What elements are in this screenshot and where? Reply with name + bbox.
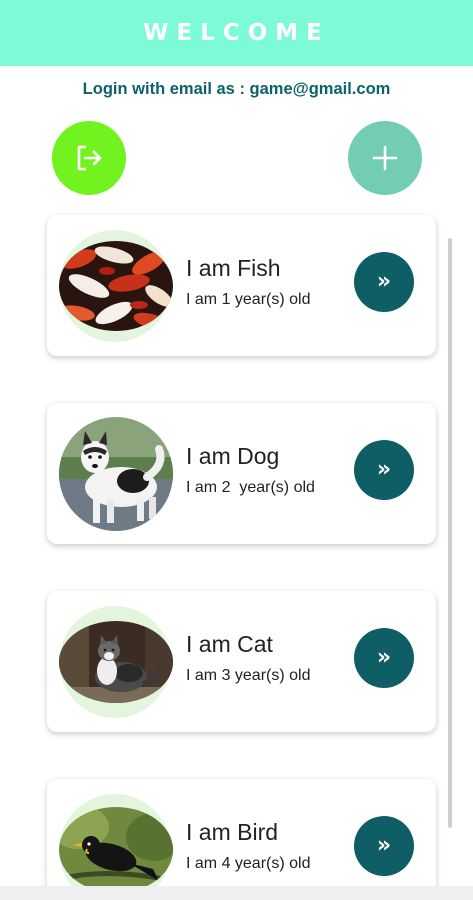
open-pet-button[interactable]: »: [354, 252, 414, 312]
pet-card-dog[interactable]: I am Dog I am 2 year(s) old »: [47, 403, 436, 544]
pet-name: I am Cat: [186, 631, 273, 657]
double-chevron-right-icon: »: [376, 644, 392, 670]
pet-age: I am 3 year(s) old: [186, 667, 311, 684]
pet-name: I am Dog: [186, 443, 280, 469]
pet-image-fish: [59, 241, 173, 331]
pet-list[interactable]: I am Fish I am 1 year(s) old » I am Dog …: [0, 210, 473, 886]
pet-age: I am 4 year(s) old: [186, 855, 311, 872]
double-chevron-right-icon: »: [376, 268, 392, 294]
pet-name: I am Bird: [186, 819, 279, 845]
app-header: WELCOME: [0, 0, 473, 66]
pet-name: I am Fish: [186, 255, 281, 281]
pet-card-fish[interactable]: I am Fish I am 1 year(s) old »: [47, 215, 436, 356]
plus-icon: [372, 145, 398, 171]
logout-button[interactable]: [52, 121, 126, 195]
bottom-bar: [0, 886, 473, 900]
pet-age: I am 2 year(s) old: [186, 479, 315, 496]
pet-image-bird: [59, 807, 173, 886]
pet-age: I am 1 year(s) old: [186, 291, 311, 308]
add-pet-button[interactable]: [348, 121, 422, 195]
login-info-text: Login with email as : game@gmail.com: [82, 80, 391, 98]
pet-image-dog: [59, 417, 173, 531]
open-pet-button[interactable]: »: [354, 816, 414, 876]
pet-card-bird[interactable]: I am Bird I am 4 year(s) old »: [47, 779, 436, 886]
page-title: WELCOME: [143, 20, 330, 46]
scrollbar[interactable]: [448, 238, 452, 828]
double-chevron-right-icon: »: [376, 832, 392, 858]
open-pet-button[interactable]: »: [354, 440, 414, 500]
open-pet-button[interactable]: »: [354, 628, 414, 688]
logout-icon: [77, 145, 102, 171]
pet-image-cat: [59, 621, 173, 703]
double-chevron-right-icon: »: [376, 456, 392, 482]
pet-card-cat[interactable]: I am Cat I am 3 year(s) old »: [47, 591, 436, 732]
